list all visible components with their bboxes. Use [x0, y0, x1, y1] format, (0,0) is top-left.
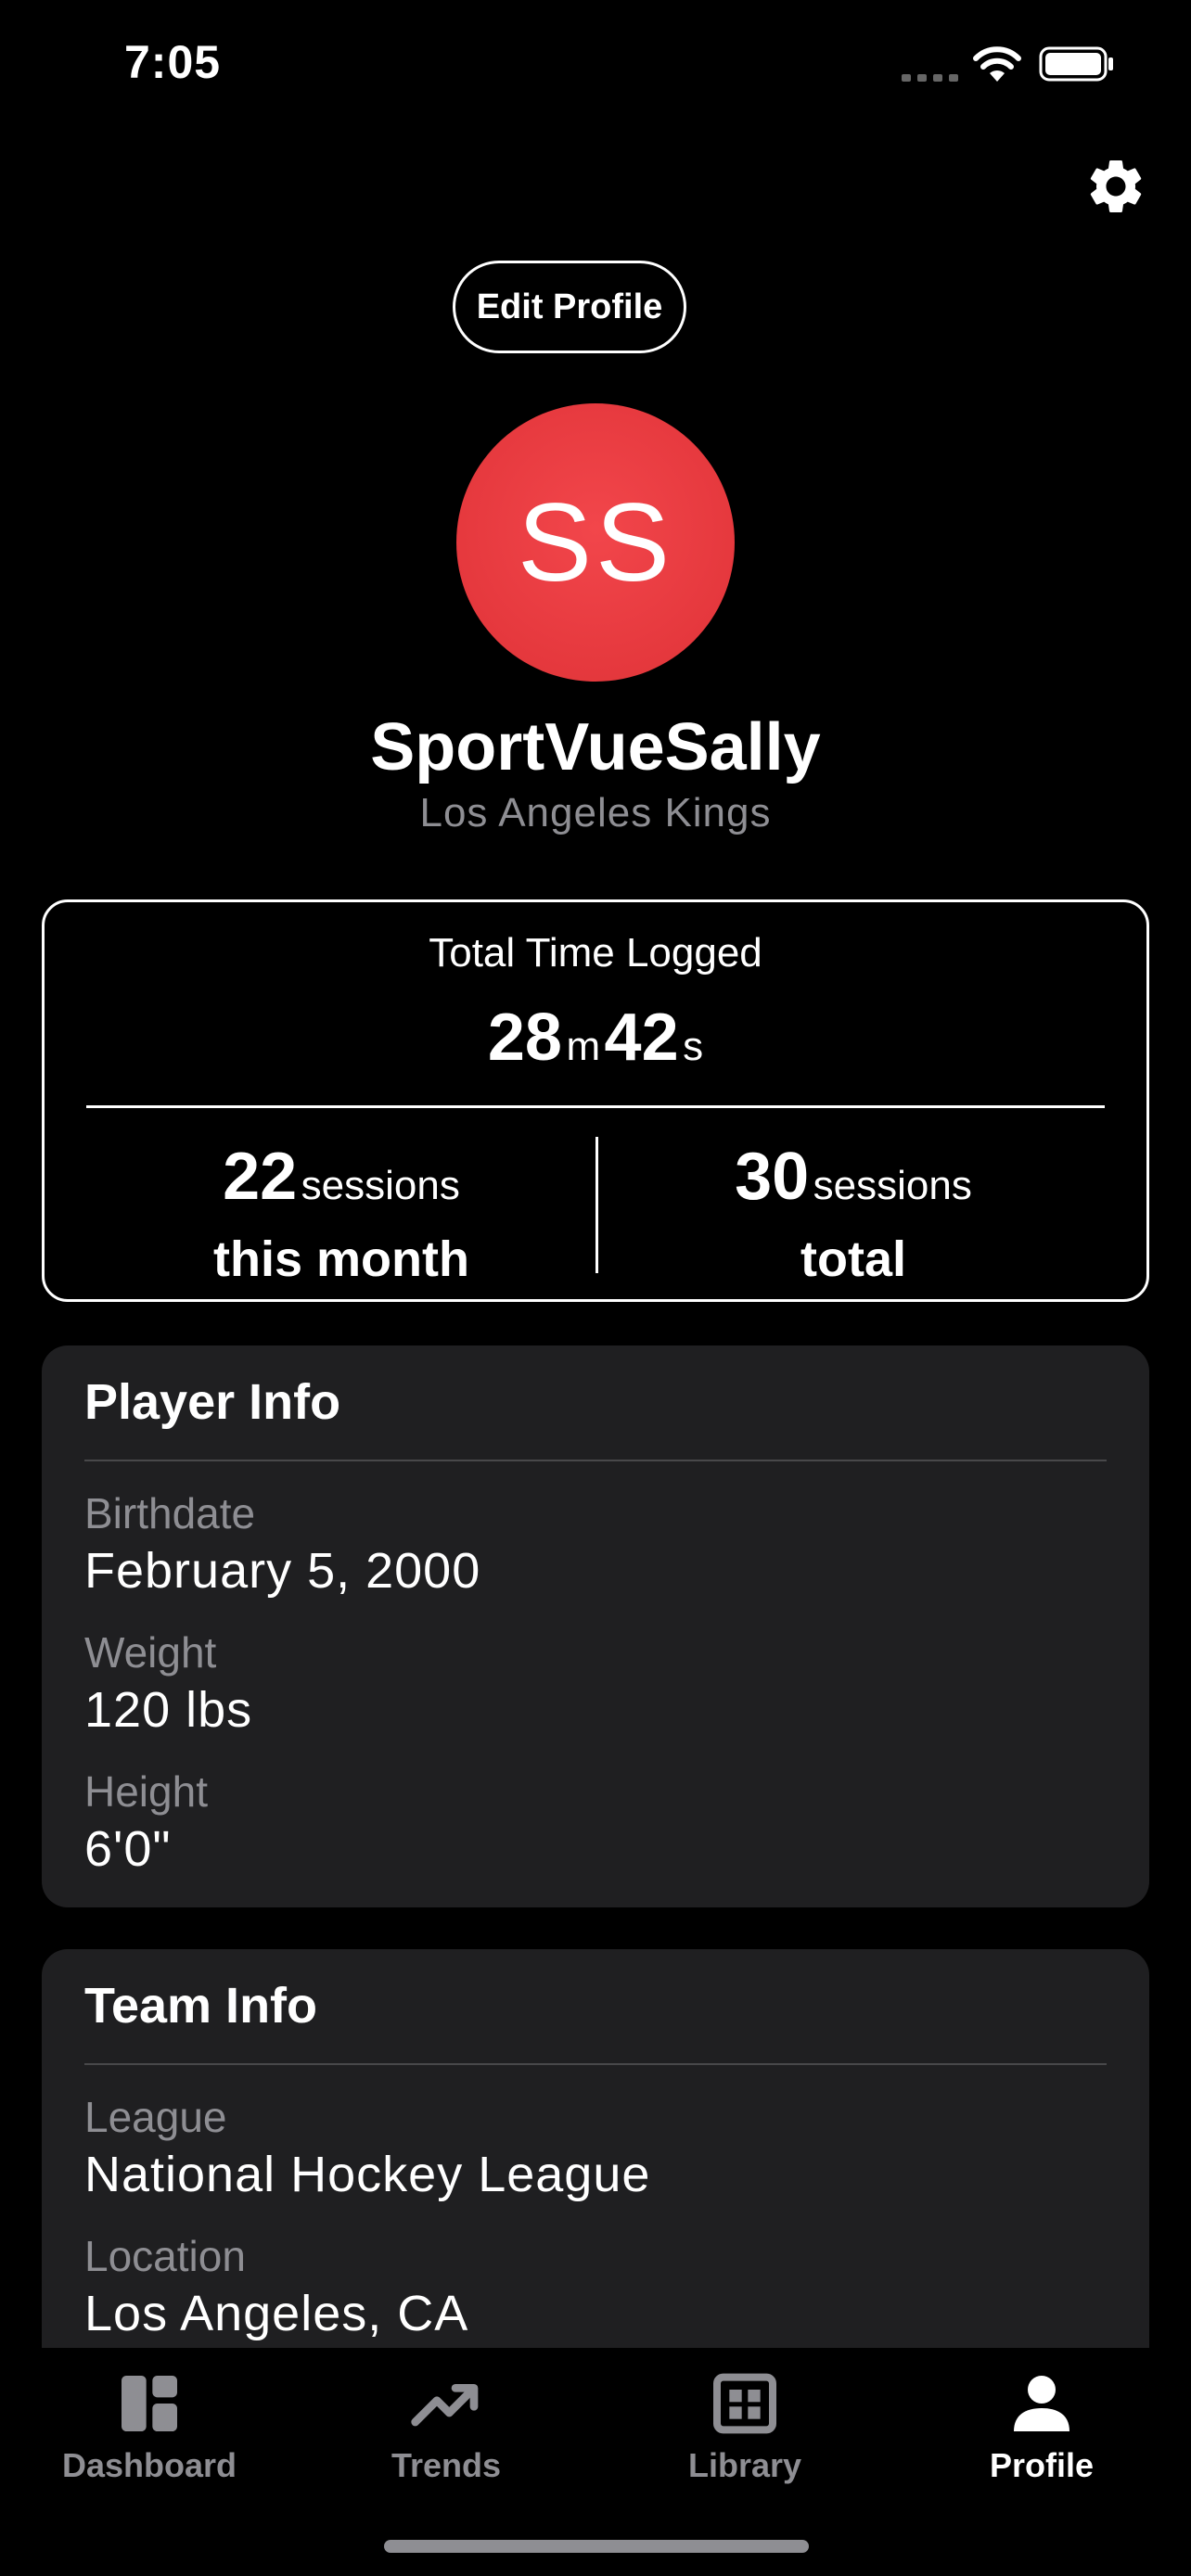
league-label: League: [84, 2093, 227, 2141]
tab-label: Library: [687, 2446, 802, 2484]
trending-up-icon: [411, 2384, 479, 2427]
player-info-card: Player Info Birthdate February 5, 2000 W…: [42, 1345, 1149, 1907]
home-indicator[interactable]: [384, 2540, 809, 2553]
height-value: 6'0": [84, 1821, 172, 1877]
total-label: total: [800, 1231, 906, 1287]
sessions-this-month: 22 sessions this month: [86, 1139, 596, 1285]
month-count: 22: [223, 1140, 298, 1214]
team-name: Los Angeles Kings: [419, 790, 772, 835]
month-label: this month: [213, 1231, 469, 1287]
card-divider: [84, 2063, 1107, 2065]
tab-label: Dashboard: [61, 2446, 237, 2484]
cellular-signal-icon: [902, 74, 958, 82]
minutes-unit: m: [566, 1024, 601, 1069]
stats-card: Total Time Logged 28 m 42 s 22 sessions …: [42, 899, 1149, 1302]
battery-icon: [1039, 46, 1113, 82]
wifi-icon: [973, 46, 1021, 82]
username: SportVueSally: [370, 710, 821, 784]
tab-library[interactable]: Library: [596, 2366, 894, 2485]
total-time-value: 28 m 42 s: [45, 1000, 1146, 1076]
tab-profile[interactable]: Profile: [892, 2366, 1191, 2485]
avatar-initials: SS: [517, 480, 674, 605]
league-value: National Hockey League: [84, 2147, 651, 2202]
total-time-label: Total Time Logged: [429, 930, 762, 976]
minutes-value: 28: [487, 1001, 562, 1075]
total-count: 30: [735, 1140, 810, 1214]
dashboard-icon: [122, 2376, 177, 2431]
sessions-total: 30 sessions total: [598, 1139, 1108, 1285]
seconds-unit: s: [683, 1024, 704, 1069]
tab-trends[interactable]: Trends: [297, 2366, 596, 2485]
team-info-title: Team Info: [84, 1978, 318, 2034]
tab-dashboard[interactable]: Dashboard: [0, 2366, 299, 2485]
total-unit: sessions: [813, 1163, 972, 1208]
player-info-title: Player Info: [84, 1374, 341, 1430]
location-label: Location: [84, 2232, 246, 2280]
weight-label: Weight: [84, 1628, 217, 1677]
stats-divider: [86, 1105, 1105, 1108]
birthdate-label: Birthdate: [84, 1489, 256, 1537]
birthdate-value: February 5, 2000: [84, 1543, 481, 1599]
height-label: Height: [84, 1767, 208, 1816]
gear-icon[interactable]: [1083, 154, 1148, 219]
team-info-card: Team Info League National Hockey League …: [42, 1949, 1149, 2376]
tab-label: Profile: [989, 2446, 1095, 2484]
edit-profile-button[interactable]: Edit Profile: [453, 261, 686, 353]
library-grid-icon: [713, 2373, 776, 2434]
person-icon: [1014, 2376, 1069, 2431]
avatar: SS: [456, 403, 735, 682]
status-time: 7:05: [124, 36, 222, 88]
weight-value: 120 lbs: [84, 1682, 253, 1738]
card-divider: [84, 1460, 1107, 1461]
location-value: Los Angeles, CA: [84, 2286, 469, 2341]
tab-label: Trends: [391, 2446, 502, 2484]
month-unit: sessions: [301, 1163, 460, 1208]
seconds-value: 42: [604, 1001, 679, 1075]
